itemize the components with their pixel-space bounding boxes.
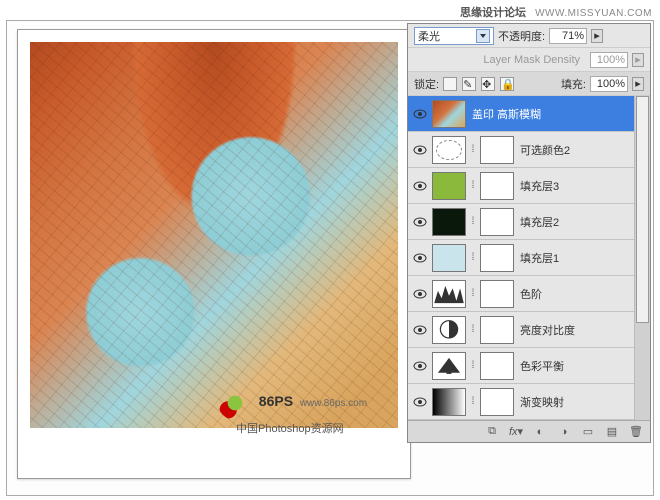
layer-mask-thumb[interactable] (480, 136, 514, 164)
mask-link-icon[interactable]: ⁞ (469, 144, 477, 155)
mask-link-icon[interactable]: ⁞ (469, 360, 477, 371)
layer-row[interactable]: ⁞ 可选颜色2 (408, 132, 650, 168)
logo-url: www.86ps.com (300, 398, 367, 409)
layer-row[interactable]: ⁞ 渐变映射 (408, 384, 650, 420)
layer-mask-thumb[interactable] (480, 244, 514, 272)
86ps-logo-icon (218, 386, 252, 420)
mask-link-icon[interactable]: ⁞ (469, 252, 477, 263)
layer-name[interactable]: 填充层2 (517, 214, 647, 230)
layer-name[interactable]: 亮度对比度 (517, 322, 647, 338)
layer-row[interactable]: ⁞ 填充层2 (408, 204, 650, 240)
layer-name[interactable]: 盖印 高斯模糊 (469, 106, 647, 122)
layers-panel: 柔光 不透明度: 71% ▸ Layer Mask Density 100% ▸… (407, 23, 651, 443)
visibility-eye-icon[interactable] (411, 141, 429, 159)
layer-mask-thumb[interactable] (480, 172, 514, 200)
visibility-eye-icon[interactable] (411, 393, 429, 411)
lock-label: 锁定: (414, 76, 439, 92)
lock-transparency-icon[interactable] (443, 77, 457, 91)
fx-icon[interactable]: fx▾ (508, 425, 524, 439)
canvas-area[interactable]: 86PS www.86ps.com 中国Photoshop资源网 (17, 29, 411, 479)
opacity-flyout-icon[interactable]: ▸ (591, 29, 603, 43)
mask-density-label: Layer Mask Density (414, 54, 586, 66)
layer-mask-thumb[interactable] (480, 280, 514, 308)
layers-list: 盖印 高斯模糊 ⁞ 可选颜色2 ⁞ 填充层3 ⁞ 填充层2 ⁞ 填充层1 ⁞ 色阶 ⁞ 亮度对比度 ⁞ 色彩… (408, 96, 650, 420)
layer-mask-thumb[interactable] (480, 208, 514, 236)
layers-panel-footer: ⧉ fx▾ ◐ ◑ ▭ ▤ 🗑 (408, 420, 650, 442)
layer-name[interactable]: 色阶 (517, 286, 647, 302)
layer-mask-thumb[interactable] (480, 388, 514, 416)
site-url-watermark: WWW.MISSYUAN.COM (535, 8, 652, 19)
visibility-eye-icon[interactable] (411, 357, 429, 375)
mask-link-icon[interactable]: ⁞ (469, 216, 477, 227)
layer-name[interactable]: 可选颜色2 (517, 142, 647, 158)
layers-scrollbar[interactable] (634, 96, 650, 420)
layer-mask-thumb[interactable] (480, 352, 514, 380)
layer-row[interactable]: 盖印 高斯模糊 (408, 96, 650, 132)
mask-density-row: Layer Mask Density 100% ▸ (408, 48, 650, 72)
image-preview (30, 42, 398, 428)
layer-row[interactable]: ⁞ 填充层3 (408, 168, 650, 204)
document-frame: 86PS www.86ps.com 中国Photoshop资源网 柔光 不透明度… (6, 20, 654, 496)
fill-flyout-icon[interactable]: ▸ (632, 77, 644, 91)
layer-mask-thumb[interactable] (480, 316, 514, 344)
mask-link-icon[interactable]: ⁞ (469, 324, 477, 335)
mask-link-icon[interactable]: ⁞ (469, 180, 477, 191)
logo-text: 86PS (259, 393, 293, 409)
blend-opacity-row: 柔光 不透明度: 71% ▸ (408, 24, 650, 48)
mask-density-flyout-icon: ▸ (632, 53, 644, 67)
new-group-icon[interactable]: ▭ (580, 425, 596, 439)
layer-name[interactable]: 填充层3 (517, 178, 647, 194)
lock-position-icon[interactable]: ✥ (481, 77, 495, 91)
layer-name[interactable]: 色彩平衡 (517, 358, 647, 374)
fill-label: 填充: (561, 76, 586, 92)
opacity-label: 不透明度: (498, 28, 545, 44)
layer-name[interactable]: 渐变映射 (517, 394, 647, 410)
lock-pixels-icon[interactable]: ✎ (462, 77, 476, 91)
mask-density-input: 100% (590, 52, 628, 68)
mask-link-icon[interactable]: ⁞ (469, 396, 477, 407)
layer-row[interactable]: ⁞ 填充层1 (408, 240, 650, 276)
link-layers-icon[interactable]: ⧉ (484, 425, 500, 439)
fill-input[interactable]: 100% (590, 76, 628, 92)
logo-subtitle: 中国Photoshop资源网 (236, 420, 344, 436)
blend-mode-select[interactable]: 柔光 (414, 27, 494, 45)
layer-row[interactable]: ⁞ 色阶 (408, 276, 650, 312)
mask-link-icon[interactable]: ⁞ (469, 288, 477, 299)
lock-all-icon[interactable]: 🔒 (500, 77, 514, 91)
forum-watermark: 思缘设计论坛 (460, 7, 526, 19)
add-mask-icon[interactable]: ◐ (532, 425, 548, 439)
logo-watermark: 86PS www.86ps.com (218, 386, 367, 420)
opacity-input[interactable]: 71% (549, 28, 587, 44)
dropdown-arrow-icon[interactable] (476, 29, 490, 43)
adjustment-layer-icon[interactable]: ◑ (556, 425, 572, 439)
visibility-eye-icon[interactable] (411, 321, 429, 339)
visibility-eye-icon[interactable] (411, 249, 429, 267)
layer-row[interactable]: ⁞ 色彩平衡 (408, 348, 650, 384)
visibility-eye-icon[interactable] (411, 177, 429, 195)
delete-layer-icon[interactable]: 🗑 (628, 425, 644, 439)
new-layer-icon[interactable]: ▤ (604, 425, 620, 439)
layer-name[interactable]: 填充层1 (517, 250, 647, 266)
visibility-eye-icon[interactable] (411, 285, 429, 303)
layer-row[interactable]: ⁞ 亮度对比度 (408, 312, 650, 348)
blend-mode-value: 柔光 (418, 28, 440, 44)
visibility-eye-icon[interactable] (411, 213, 429, 231)
visibility-eye-icon[interactable] (411, 105, 429, 123)
lock-fill-row: 锁定: ✎ ✥ 🔒 填充: 100% ▸ (408, 72, 650, 96)
